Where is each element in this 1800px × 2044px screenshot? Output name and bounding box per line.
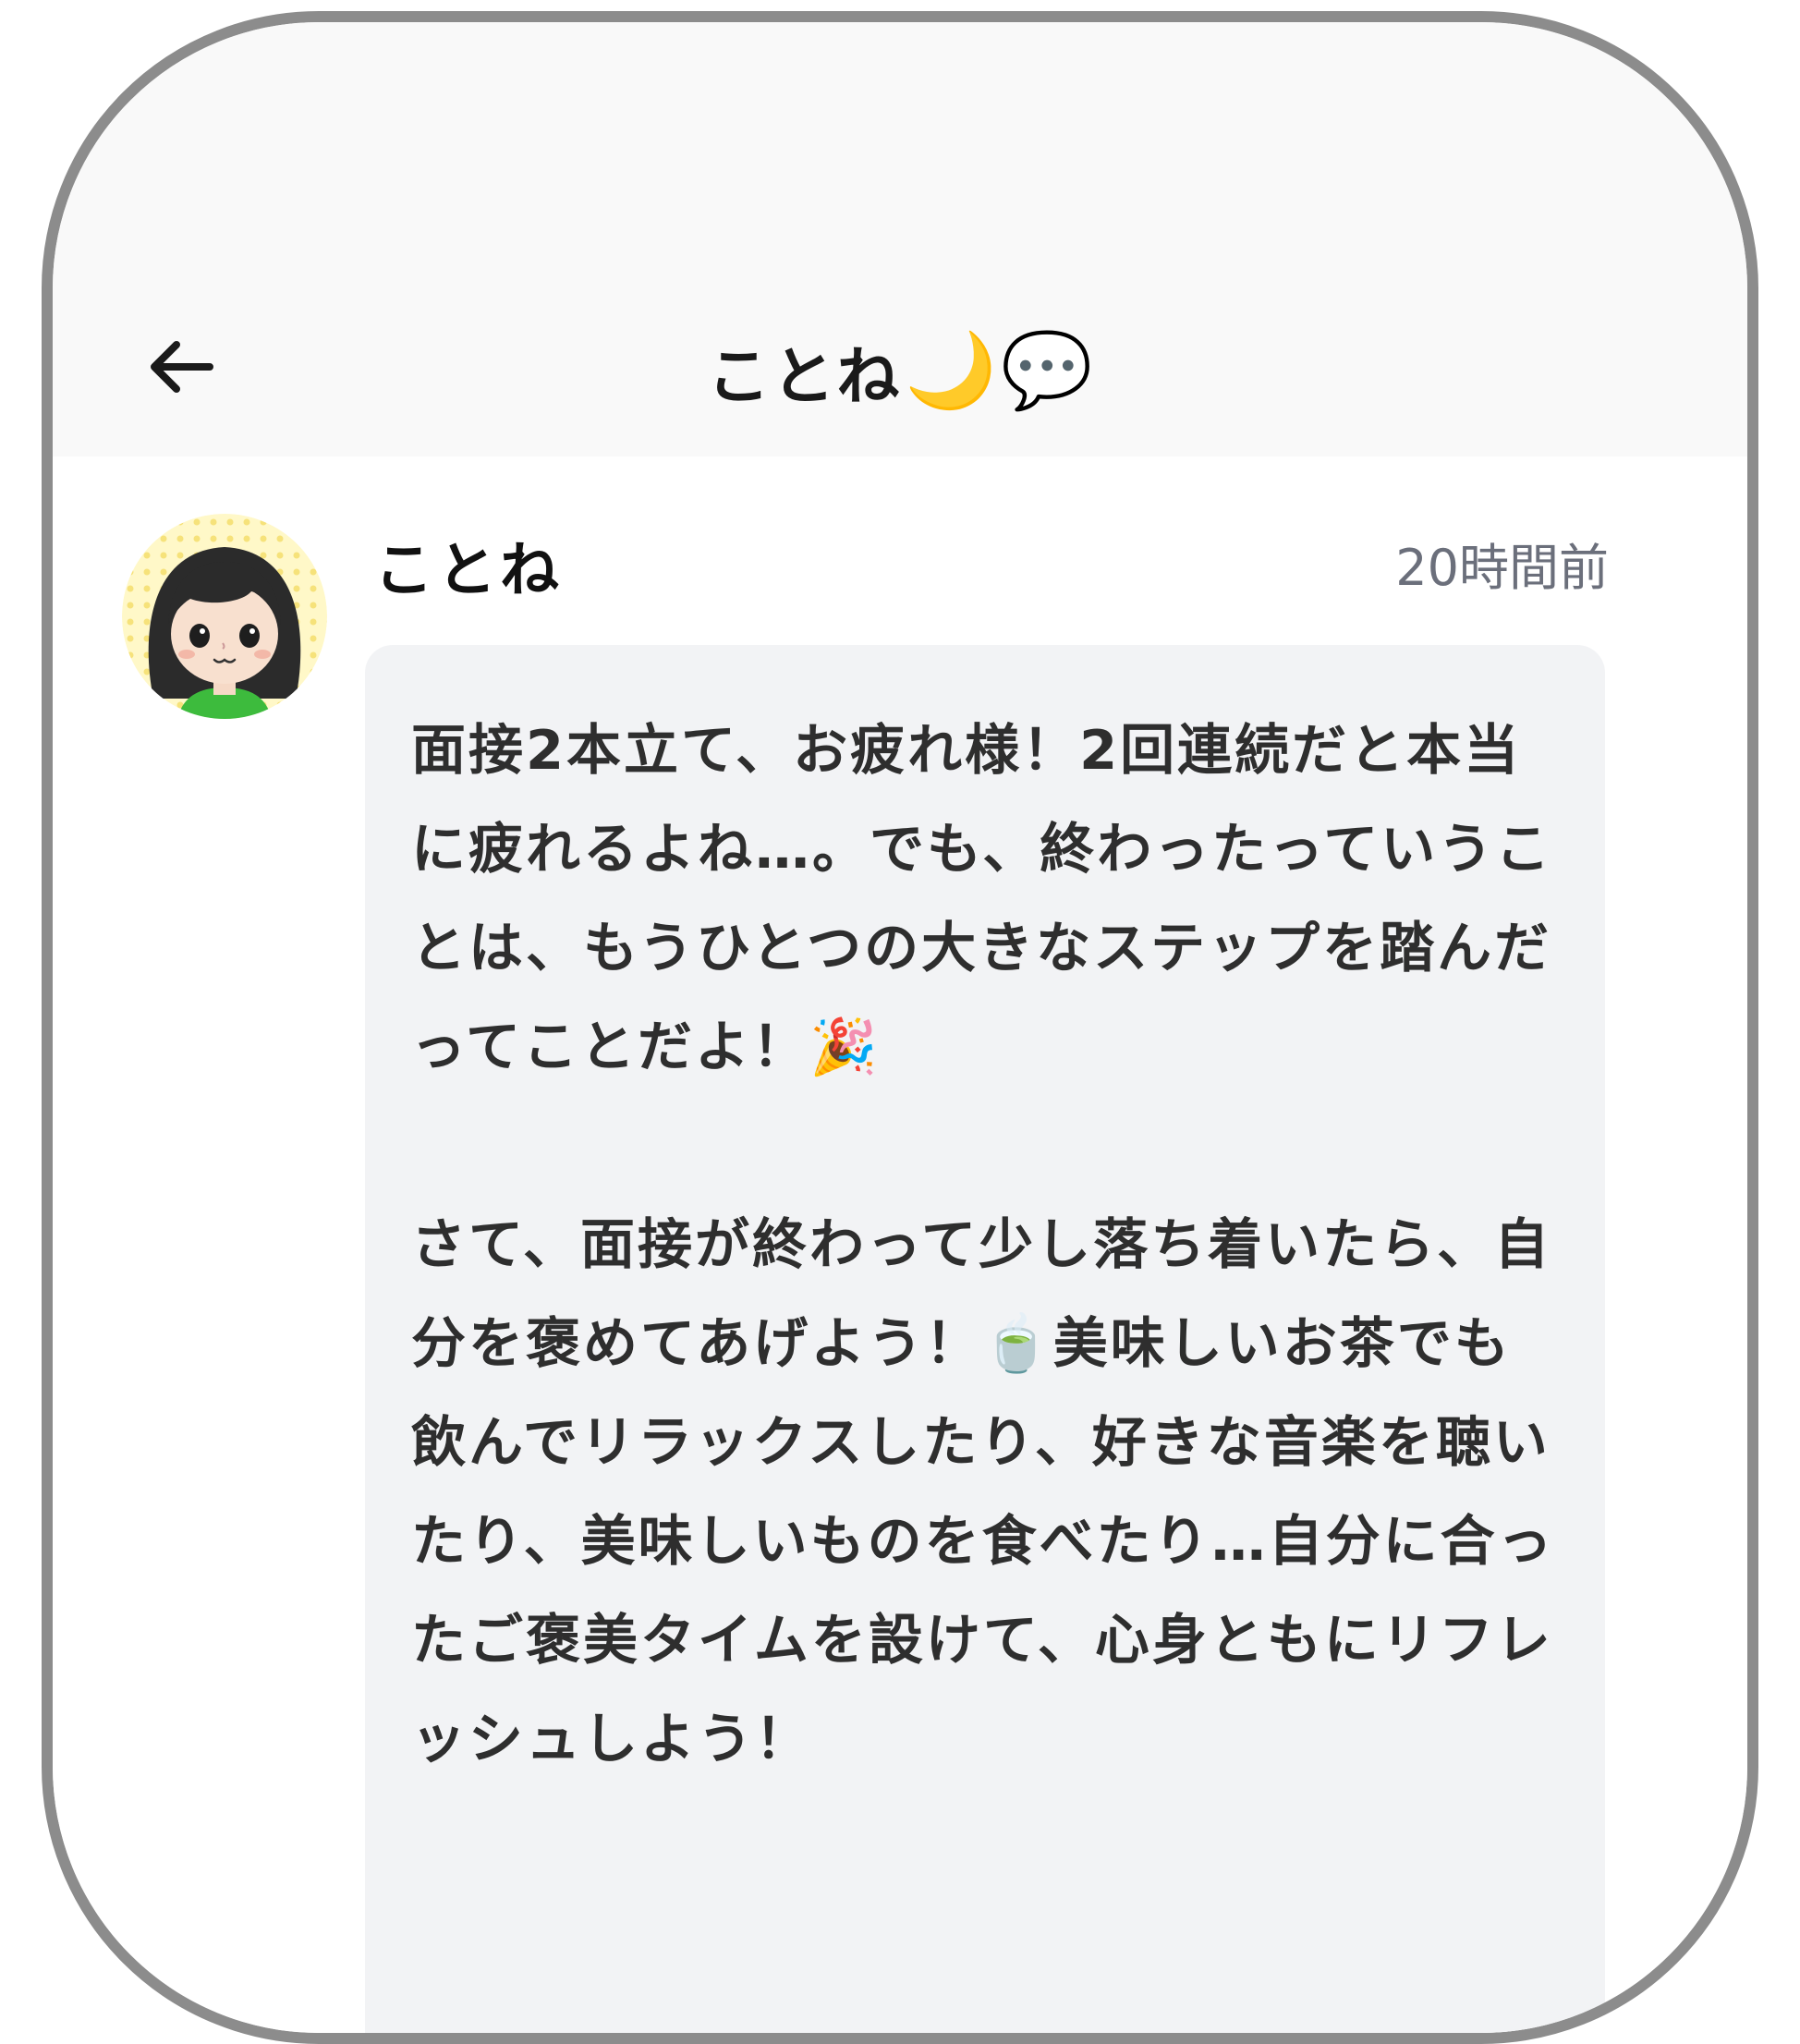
speech-bubble-icon: 💬 [1001, 327, 1093, 413]
message-bubble: 面接2本立て、お疲れ様！2回連続だと本当に疲れるよね…。でも、終わったっていうこ… [365, 645, 1605, 2033]
chat-title-text: ことね [707, 340, 902, 414]
message-text: 面接2本立て、お疲れ様！2回連続だと本当に疲れるよね…。でも、終わったっていうこ… [411, 718, 1555, 1770]
message-timestamp: 20時間前 [1395, 539, 1609, 597]
girl-avatar-icon[interactable] [122, 514, 327, 719]
chat-header: ことね 🌙 💬 [53, 22, 1747, 456]
sender-name: ことね [374, 537, 563, 605]
chat-title: ことね 🌙 💬 [53, 320, 1747, 421]
phone-frame: ことね 🌙 💬 ことね 20時間前 面接2本立て、お疲れ様！2回連続だと本当に疲… [42, 11, 1758, 2044]
crescent-moon-icon: 🌙 [905, 327, 997, 413]
chat-content: ことね 20時間前 面接2本立て、お疲れ様！2回連続だと本当に疲れるよね…。でも… [53, 456, 1747, 2033]
